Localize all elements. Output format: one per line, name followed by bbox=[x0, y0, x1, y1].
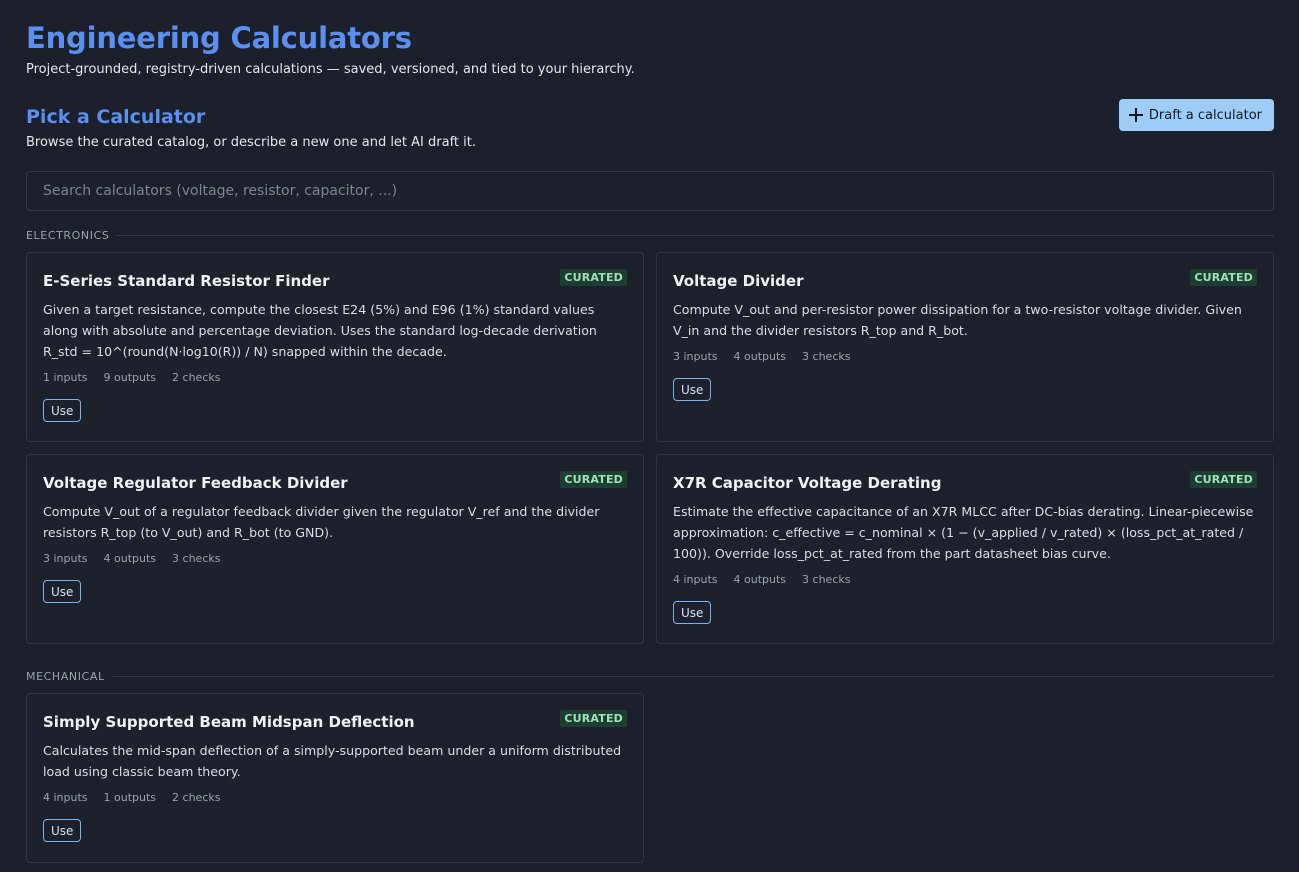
section-title: Pick a Calculator bbox=[26, 106, 206, 128]
calculator-title: Simply Supported Beam Midspan Deflection bbox=[43, 713, 415, 731]
inputs-count: 3 inputs bbox=[673, 350, 718, 363]
calculator-title: Voltage Divider bbox=[673, 272, 804, 290]
category-divider bbox=[117, 234, 1274, 236]
calculator-title: E-Series Standard Resistor Finder bbox=[43, 272, 330, 290]
calculator-meta: 4 inputs 1 outputs 2 checks bbox=[43, 790, 627, 806]
calculator-title: Voltage Regulator Feedback Divider bbox=[43, 474, 348, 492]
category-label: ELECTRONICS bbox=[26, 228, 110, 242]
calculator-title: X7R Capacitor Voltage Derating bbox=[673, 474, 942, 492]
calculator-meta: 4 inputs 4 outputs 3 checks bbox=[673, 572, 1257, 588]
outputs-count: 4 outputs bbox=[103, 552, 157, 565]
calculator-grid-electronics: E-Series Standard Resistor Finder CURATE… bbox=[26, 252, 1274, 644]
curated-badge: CURATED bbox=[560, 710, 627, 727]
outputs-count: 1 outputs bbox=[103, 791, 157, 804]
plus-icon bbox=[1128, 108, 1143, 122]
calculator-description: Estimate the effective capacitance of an… bbox=[673, 504, 1254, 561]
section-description: Browse the curated catalog, or describe … bbox=[26, 135, 477, 150]
calculator-description: Calculates the mid-span deflection of a … bbox=[43, 743, 622, 779]
checks-count: 3 checks bbox=[802, 350, 851, 363]
use-button[interactable]: Use bbox=[673, 378, 712, 401]
calculator-meta: 3 inputs 4 outputs 3 checks bbox=[673, 349, 1257, 365]
category-header-electronics: ELECTRONICS bbox=[26, 228, 1274, 242]
inputs-count: 3 inputs bbox=[43, 552, 88, 565]
checks-count: 2 checks bbox=[172, 371, 221, 384]
checks-count: 2 checks bbox=[172, 791, 221, 804]
draft-calculator-label: Draft a calculator bbox=[1148, 107, 1262, 123]
calculator-description: Given a target resistance, compute the c… bbox=[43, 302, 597, 359]
calculator-card: Simply Supported Beam Midspan Deflection… bbox=[26, 693, 644, 863]
use-button[interactable]: Use bbox=[673, 601, 712, 624]
calculator-meta: 3 inputs 4 outputs 3 checks bbox=[43, 551, 627, 567]
category-header-mechanical: MECHANICAL bbox=[26, 669, 1274, 683]
category-divider bbox=[112, 675, 1274, 677]
inputs-count: 4 inputs bbox=[43, 791, 88, 804]
use-button[interactable]: Use bbox=[43, 580, 82, 603]
calculator-description: Compute V_out of a regulator feedback di… bbox=[43, 504, 600, 540]
calculators-page: Engineering Calculators Project-grounded… bbox=[0, 0, 1299, 872]
outputs-count: 4 outputs bbox=[733, 573, 787, 586]
calculator-card: E-Series Standard Resistor Finder CURATE… bbox=[26, 252, 644, 442]
calculator-grid-mechanical: Simply Supported Beam Midspan Deflection… bbox=[26, 693, 1274, 863]
page-title: Engineering Calculators bbox=[26, 21, 412, 55]
page-subtitle: Project-grounded, registry-driven calcul… bbox=[26, 62, 635, 77]
use-button[interactable]: Use bbox=[43, 399, 82, 422]
search-input[interactable] bbox=[27, 172, 1273, 210]
checks-count: 3 checks bbox=[802, 573, 851, 586]
use-button[interactable]: Use bbox=[43, 819, 82, 842]
draft-calculator-button[interactable]: Draft a calculator bbox=[1118, 99, 1274, 131]
calculator-description: Compute V_out and per-resistor power dis… bbox=[673, 302, 1242, 338]
curated-badge: CURATED bbox=[560, 471, 627, 488]
curated-badge: CURATED bbox=[1190, 471, 1257, 488]
inputs-count: 4 inputs bbox=[673, 573, 718, 586]
search-box bbox=[26, 171, 1274, 211]
outputs-count: 4 outputs bbox=[733, 350, 787, 363]
curated-badge: CURATED bbox=[560, 269, 627, 286]
calculator-meta: 1 inputs 9 outputs 2 checks bbox=[43, 370, 627, 386]
category-label: MECHANICAL bbox=[26, 669, 105, 683]
curated-badge: CURATED bbox=[1190, 269, 1257, 286]
outputs-count: 9 outputs bbox=[103, 371, 157, 384]
checks-count: 3 checks bbox=[172, 552, 221, 565]
calculator-card: Voltage Divider CURATED Compute V_out an… bbox=[656, 252, 1274, 442]
inputs-count: 1 inputs bbox=[43, 371, 88, 384]
calculator-card: Voltage Regulator Feedback Divider CURAT… bbox=[26, 454, 644, 644]
picker-header: Pick a Calculator Browse the curated cat… bbox=[26, 99, 1274, 159]
calculator-card: X7R Capacitor Voltage Derating CURATED E… bbox=[656, 454, 1274, 644]
